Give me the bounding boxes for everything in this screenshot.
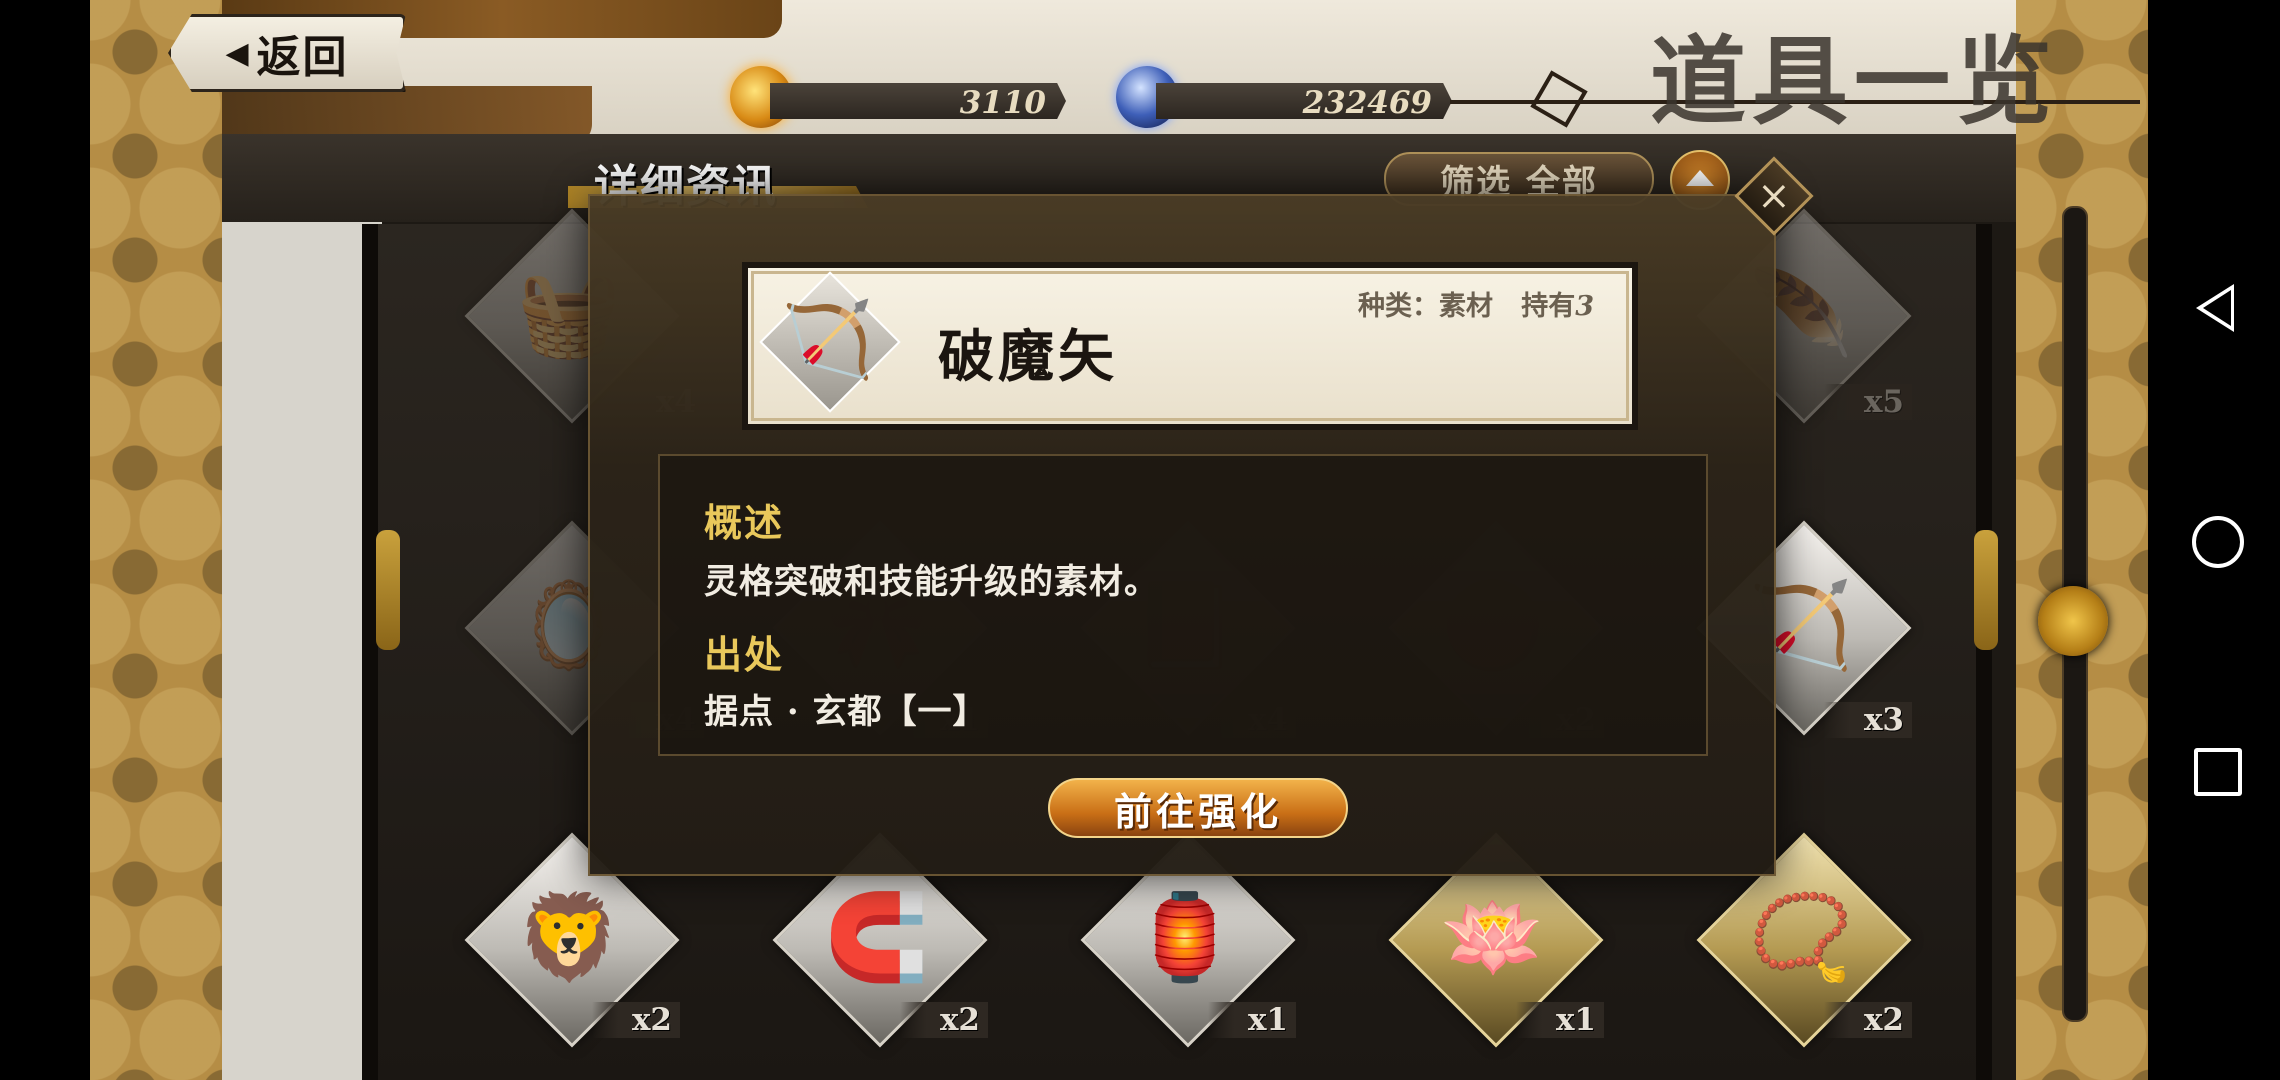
source-title: 出处 — [704, 632, 785, 677]
left-pattern-strip — [90, 0, 222, 1080]
gem-currency: 232469 — [1116, 66, 1456, 128]
item-held-count: 3 — [1575, 291, 1594, 322]
item-count: x2 — [1823, 1002, 1912, 1038]
gem-amount: 232469 — [1302, 85, 1432, 121]
nav-back-icon-inner — [2203, 290, 2231, 326]
item-count: x5 — [1823, 384, 1912, 420]
screen-left-margin — [0, 0, 90, 1080]
item-meta: 种类：素材 持有3 — [1358, 284, 1594, 323]
gold-amount: 3110 — [959, 85, 1046, 121]
item-held-label: 持有 — [1521, 291, 1576, 322]
summary-text: 灵格突破和技能升级的素材。 — [704, 562, 1159, 602]
back-button[interactable]: ◀ 返回 — [168, 14, 406, 92]
nav-home-icon[interactable] — [2192, 516, 2244, 568]
summary-title: 概述 — [704, 500, 785, 545]
right-gold-ornament — [1974, 530, 1998, 650]
item-count: x1 — [1515, 1002, 1604, 1038]
nav-recents-icon[interactable] — [2194, 748, 2242, 796]
source-text[interactable]: 据点 · 玄都【一】 — [704, 684, 988, 733]
go-enhance-button[interactable]: 前往强化 — [1048, 778, 1348, 838]
item-count: x2 — [591, 1002, 680, 1038]
demon-arrow-icon: 🏹 — [781, 296, 875, 383]
left-gold-ornament — [376, 530, 400, 650]
item-count: x1 — [1207, 1002, 1296, 1038]
back-arrow-icon: ◀ — [225, 35, 249, 71]
item-category: 种类：素材 — [1358, 291, 1493, 322]
item-count: x3 — [1823, 702, 1912, 738]
gold-currency: 3110 — [730, 66, 1070, 128]
page-title: 道具一览 — [1650, 25, 2058, 138]
item-count: x2 — [899, 1002, 988, 1038]
back-button-label: 返回 — [256, 32, 349, 83]
close-icon: × — [1757, 172, 1791, 219]
item-icon: 🏹 — [758, 270, 901, 413]
item-name: 破魔矢 — [938, 324, 1118, 390]
scroll-thumb[interactable] — [2038, 586, 2108, 656]
up-arrow-icon — [1686, 170, 1714, 186]
